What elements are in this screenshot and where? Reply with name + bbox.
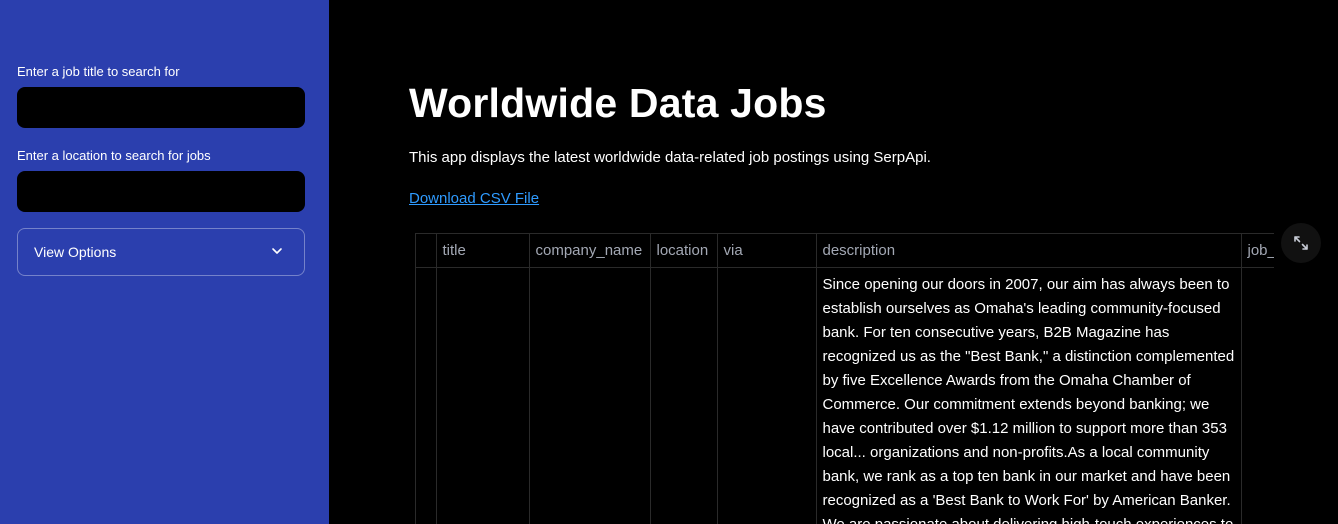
job-title-label: Enter a job title to search for [17, 64, 180, 79]
page-title: Worldwide Data Jobs [409, 80, 827, 126]
cell-index[interactable] [416, 267, 437, 524]
cell-job[interactable] [1241, 267, 1274, 524]
column-header-via[interactable]: via [717, 234, 817, 268]
view-options-expander[interactable]: View Options [17, 228, 305, 276]
fullscreen-button[interactable] [1281, 223, 1321, 263]
app-root: Enter a job title to search for Enter a … [0, 0, 1338, 524]
cell-location[interactable] [650, 267, 718, 524]
jobs-data-table[interactable]: title company_name location via descript… [415, 233, 1274, 524]
column-header-title[interactable]: title [436, 234, 530, 268]
job-title-input[interactable] [17, 87, 305, 128]
download-csv-link[interactable]: Download CSV File [409, 190, 539, 207]
column-header-job[interactable]: job_ [1241, 234, 1274, 268]
sidebar: Enter a job title to search for Enter a … [0, 0, 329, 524]
main-content: Worldwide Data Jobs This app displays th… [329, 0, 1338, 524]
table-row[interactable]: Since opening our doors in 2007, our aim… [416, 267, 1274, 524]
column-header-index[interactable] [416, 234, 437, 268]
cell-title[interactable] [436, 267, 530, 524]
cell-description[interactable]: Since opening our doors in 2007, our aim… [816, 267, 1242, 524]
column-header-location[interactable]: location [650, 234, 718, 268]
cell-company-name[interactable] [529, 267, 651, 524]
location-input[interactable] [17, 171, 305, 212]
column-header-company-name[interactable]: company_name [529, 234, 651, 268]
location-label: Enter a location to search for jobs [17, 148, 211, 163]
chevron-down-icon [270, 244, 284, 258]
view-options-label: View Options [34, 244, 117, 260]
table-header-row: title company_name location via descript… [416, 234, 1274, 268]
column-header-description[interactable]: description [816, 234, 1242, 268]
cell-via[interactable] [717, 267, 817, 524]
page-subtitle: This app displays the latest worldwide d… [409, 149, 931, 166]
